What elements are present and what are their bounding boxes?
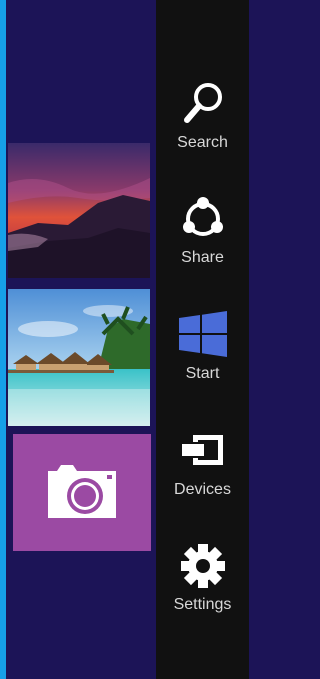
charms-bar: Search Share Start Devices Settings [156,0,249,679]
windows-8-screen: Search Share Start Devices Settings [0,0,249,679]
settings-charm[interactable]: Settings [156,542,249,638]
devices-charm-label: Devices [174,481,231,498]
windows-logo-icon [179,311,227,359]
camera-icon [48,465,116,518]
settings-charm-label: Settings [173,596,232,613]
devices-icon [179,427,227,475]
share-charm-label: Share [181,249,224,266]
devices-charm[interactable]: Devices [156,427,249,523]
photo-tropical-beach [8,289,150,426]
start-charm-label: Start [185,365,220,382]
start-charm[interactable]: Start [156,311,249,407]
search-icon [179,80,227,128]
search-charm-label: Search [177,134,228,151]
share-charm[interactable]: Share [156,195,249,291]
camera-tile[interactable] [13,434,151,551]
search-charm[interactable]: Search [156,80,249,176]
photos-tile-sunset[interactable] [8,143,150,278]
photos-tile-beach[interactable] [8,289,150,426]
share-icon [179,195,227,243]
photo-mountain-sunset [8,143,150,278]
gear-icon [179,542,227,590]
